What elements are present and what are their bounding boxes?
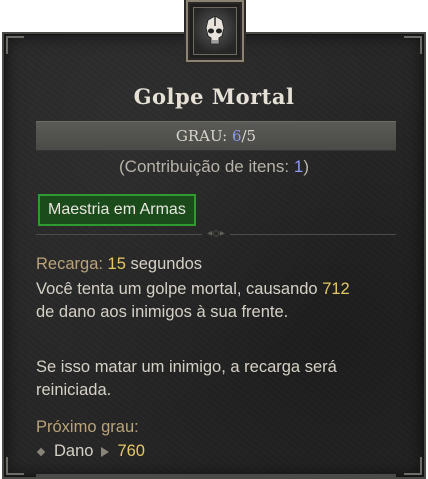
corner-ornament <box>6 36 24 54</box>
next-stat-name: Dano <box>54 442 94 460</box>
contrib-value: 1 <box>293 157 304 176</box>
grade-bar: GRAU: 6/5 <box>36 121 396 151</box>
cooldown-unit: segundos <box>130 255 203 273</box>
contrib-prefix: (Contribuição de itens: <box>119 157 294 176</box>
skill-tag: Maestria em Armas <box>38 194 196 226</box>
bottom-strip <box>36 474 396 477</box>
grade-max: /5 <box>241 127 257 145</box>
corner-ornament <box>6 457 24 475</box>
bullet-diamond-icon <box>36 447 46 456</box>
arrow-right-icon <box>101 446 110 457</box>
grade-current: 6 <box>231 127 242 145</box>
desc-part1: Você tenta um golpe mortal, causando <box>36 280 323 298</box>
skull-helm-icon <box>193 7 237 55</box>
skill-title: Golpe Mortal <box>133 84 295 109</box>
divider-ornament-icon: ◂◇▸ <box>207 228 225 239</box>
section-divider: ◂◇▸ <box>36 229 396 239</box>
cooldown-line: Recarga: 15 segundos <box>36 253 396 276</box>
desc-part2: de dano aos inimigos à sua frente. <box>36 303 289 321</box>
skill-badge <box>186 0 244 62</box>
next-grade-label: Próximo grau: <box>36 418 139 436</box>
cooldown-label: Recarga: <box>36 255 103 273</box>
desc-damage: 712 <box>322 280 350 298</box>
skill-extra-description: Se isso matar um inimigo, a recarga será… <box>36 358 337 399</box>
item-contribution: (Contribuição de itens: 1) <box>0 157 428 177</box>
next-stat-value: 760 <box>117 442 145 460</box>
next-grade-stat: Dano 760 <box>36 442 145 461</box>
grade-label: GRAU: <box>175 127 228 145</box>
corner-ornament <box>404 36 422 54</box>
corner-ornament <box>404 457 422 475</box>
contrib-suffix: ) <box>303 157 309 176</box>
cooldown-value: 15 <box>107 255 126 273</box>
skill-description: Você tenta um golpe mortal, causando 712… <box>36 278 396 324</box>
